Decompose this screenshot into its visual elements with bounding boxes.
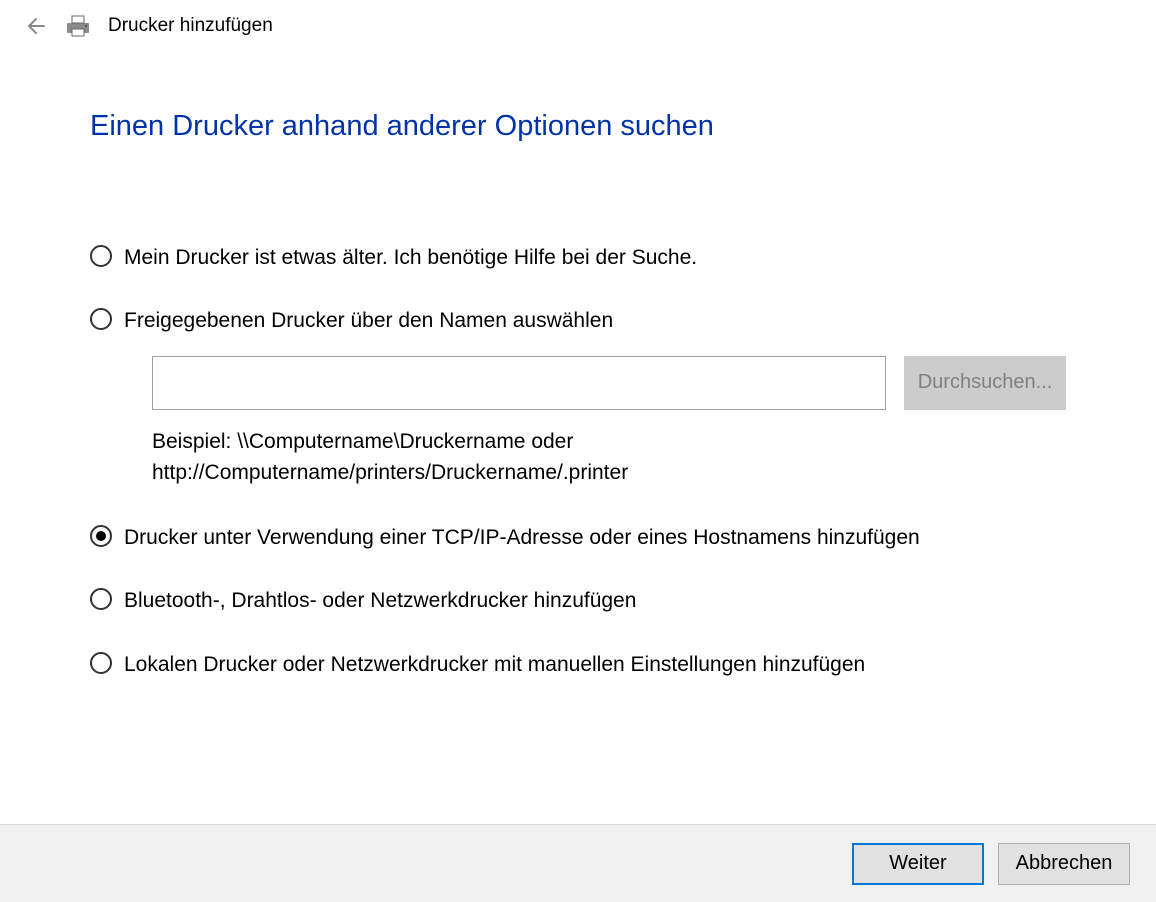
radio-bluetooth-wireless[interactable]: Bluetooth-, Drahtlos- oder Netzwerkdruck… — [90, 586, 1066, 615]
back-button[interactable] — [20, 12, 48, 40]
radio-icon — [90, 525, 112, 547]
radio-label: Drucker unter Verwendung einer TCP/IP-Ad… — [124, 523, 920, 552]
footer-bar: Weiter Abbrechen — [0, 824, 1156, 902]
page-title: Einen Drucker anhand anderer Optionen su… — [90, 110, 1066, 143]
browse-button: Durchsuchen... — [904, 356, 1066, 410]
radio-label: Mein Drucker ist etwas älter. Ich benöti… — [124, 243, 697, 272]
printer-icon — [64, 14, 92, 38]
header-bar: Drucker hinzufügen — [0, 0, 1156, 50]
radio-icon — [90, 652, 112, 674]
content-area: Einen Drucker anhand anderer Optionen su… — [0, 50, 1156, 679]
next-button[interactable]: Weiter — [852, 843, 984, 885]
radio-icon — [90, 245, 112, 267]
radio-label: Bluetooth-, Drahtlos- oder Netzwerkdruck… — [124, 586, 636, 615]
options-group: Mein Drucker ist etwas älter. Ich benöti… — [90, 243, 1066, 679]
radio-icon — [90, 588, 112, 610]
radio-icon — [90, 308, 112, 330]
radio-local-manual[interactable]: Lokalen Drucker oder Netzwerkdrucker mit… — [90, 650, 1066, 679]
cancel-button[interactable]: Abbrechen — [998, 843, 1130, 885]
shared-input-row: Durchsuchen... — [152, 356, 1066, 410]
header-title: Drucker hinzufügen — [108, 15, 273, 37]
radio-older-printer[interactable]: Mein Drucker ist etwas älter. Ich benöti… — [90, 243, 1066, 272]
radio-tcpip-hostname[interactable]: Drucker unter Verwendung einer TCP/IP-Ad… — [90, 523, 1066, 552]
radio-label: Freigegebenen Drucker über den Namen aus… — [124, 306, 613, 335]
back-arrow-icon — [22, 14, 46, 38]
radio-shared-by-name[interactable]: Freigegebenen Drucker über den Namen aus… — [90, 306, 1066, 335]
radio-label: Lokalen Drucker oder Netzwerkdrucker mit… — [124, 650, 865, 679]
shared-printer-name-input[interactable] — [152, 356, 886, 410]
example-text: Beispiel: \\Computername\Druckername ode… — [152, 426, 912, 489]
shared-subsection: Durchsuchen... Beispiel: \\Computername\… — [152, 356, 1066, 489]
